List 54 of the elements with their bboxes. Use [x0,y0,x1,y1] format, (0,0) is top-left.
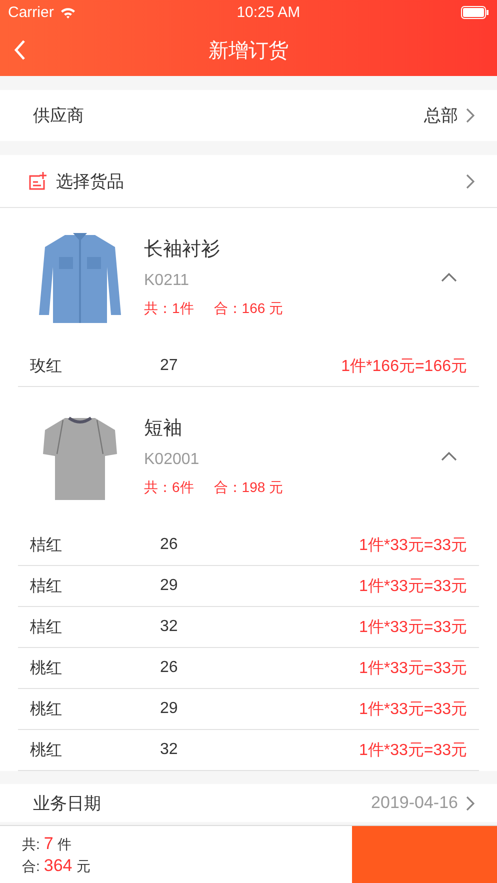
clock: 10:25 AM [236,4,300,21]
size-cell-text: 32 [160,741,179,759]
price-cell-text: 1件*33元=33元 [358,740,467,760]
product-total: 合：198 元 [214,479,284,497]
wifi-icon [60,6,76,18]
date-value: 2019-04-16 [371,793,458,813]
carrier-label: Carrier [8,4,54,21]
add-goods-icon [28,172,48,190]
price-cell-text: 1件*33元=33元 [358,700,467,720]
page-title: 新增订货 [208,39,288,64]
chevron-right-icon [466,796,475,810]
product-code: K0211 [144,272,190,290]
select-goods-row[interactable]: 选择货品 [0,155,497,208]
chevron-right-icon [466,174,475,188]
price-cell-text: 1件*166元=166元 [341,356,467,376]
size-cell-text: 29 [160,700,179,718]
color-cell-text: 桃红 [30,658,63,678]
count-unit: 件 [57,836,72,854]
color-cell-text: 桔红 [30,618,63,638]
size-cell-text: 26 [160,536,179,554]
battery-icon [460,6,489,19]
product-total: 合：166 元 [214,300,284,318]
total-label: 合: [22,858,40,876]
total-unit: 元 [76,858,90,876]
size-cell-text: 29 [160,577,179,595]
color-cell-text: 桔红 [30,576,63,596]
product-count: 共：6件 [144,479,194,497]
select-goods-label: 选择货品 [56,170,124,192]
caret-icon[interactable] [441,451,457,461]
product-name: 长袖衬衫 [144,238,221,262]
chevron-right-icon [466,108,475,123]
price-cell-text: 1件*33元=33元 [358,576,467,596]
date-label: 业务日期 [33,792,101,814]
product-name: 短袖 [144,417,183,441]
product-code: K02001 [144,451,200,469]
size-cell-text: 26 [160,659,179,677]
supplier-label: 供应商 [33,105,84,127]
caret-icon[interactable] [441,272,457,282]
size-cell-text: 27 [160,357,179,375]
supplier-value: 总部 [424,105,458,127]
price-cell-text: 1件*33元=33元 [358,536,467,556]
price-cell-text: 1件*33元=33元 [358,658,467,678]
count-value: 7 [44,834,54,854]
color-cell-text: 桔红 [30,536,63,556]
price-cell-text: 1件*33元=33元 [358,618,467,638]
size-cell-text: 32 [160,618,179,636]
color-cell-text: 桃红 [30,700,63,720]
product-count: 共：1件 [144,300,194,318]
color-cell-text: 玫红 [30,356,63,376]
color-cell-text: 桃红 [30,740,63,760]
supplier-row[interactable]: 供应商 总部 [0,90,497,141]
date-row[interactable]: 业务日期 2019-04-16 [0,784,497,822]
count-label: 共: [22,836,40,854]
total-value: 364 [44,856,72,876]
